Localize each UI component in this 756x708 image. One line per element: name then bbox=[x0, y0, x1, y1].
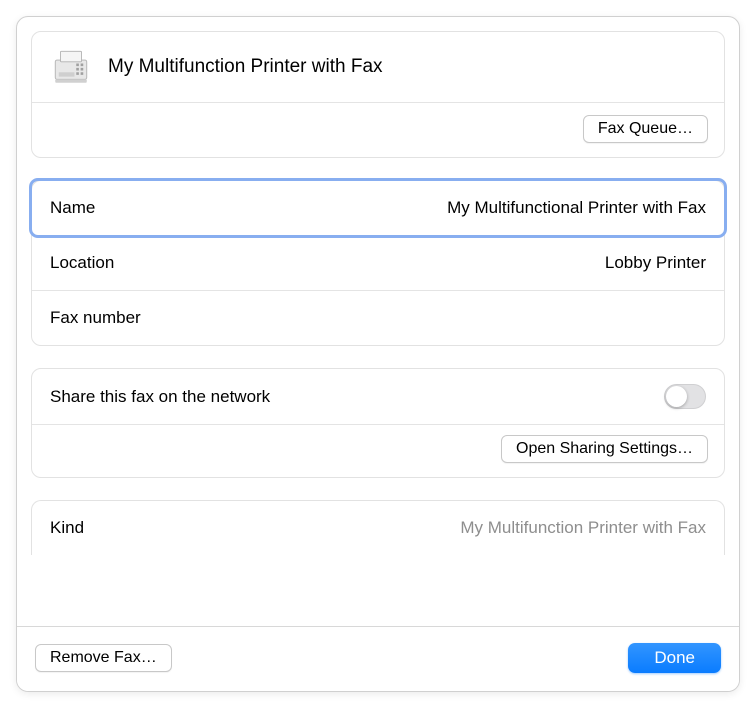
header-section: My Multifunction Printer with Fax Fax Qu… bbox=[31, 31, 725, 158]
open-sharing-settings-button[interactable]: Open Sharing Settings… bbox=[501, 435, 708, 463]
open-sharing-row: Open Sharing Settings… bbox=[32, 425, 724, 477]
name-value: My Multifunctional Printer with Fax bbox=[447, 198, 706, 218]
fax-queue-button[interactable]: Fax Queue… bbox=[583, 115, 708, 143]
header-row: My Multifunction Printer with Fax bbox=[32, 32, 724, 102]
done-button[interactable]: Done bbox=[628, 643, 721, 673]
dialog-content: My Multifunction Printer with Fax Fax Qu… bbox=[17, 17, 739, 626]
kind-section: Kind My Multifunction Printer with Fax bbox=[31, 500, 725, 555]
location-row[interactable]: Location Lobby Printer bbox=[32, 236, 724, 290]
dialog-footer: Remove Fax… Done bbox=[17, 626, 739, 691]
share-label: Share this fax on the network bbox=[50, 387, 270, 407]
fax-number-row[interactable]: Fax number bbox=[32, 291, 724, 345]
kind-value: My Multifunction Printer with Fax bbox=[460, 518, 706, 538]
share-toggle[interactable] bbox=[664, 384, 706, 409]
sharing-section: Share this fax on the network Open Shari… bbox=[31, 368, 725, 478]
location-value: Lobby Printer bbox=[605, 253, 706, 273]
remove-fax-button[interactable]: Remove Fax… bbox=[35, 644, 172, 672]
header-title: My Multifunction Printer with Fax bbox=[108, 56, 383, 78]
fax-queue-row: Fax Queue… bbox=[32, 103, 724, 157]
kind-label: Kind bbox=[50, 518, 84, 538]
share-row: Share this fax on the network bbox=[32, 369, 724, 424]
toggle-knob bbox=[666, 386, 687, 407]
kind-row: Kind My Multifunction Printer with Fax bbox=[32, 501, 724, 555]
fax-number-label: Fax number bbox=[50, 308, 141, 328]
info-section: Name My Multifunctional Printer with Fax… bbox=[31, 180, 725, 346]
fax-machine-icon bbox=[50, 46, 92, 88]
fax-settings-dialog: My Multifunction Printer with Fax Fax Qu… bbox=[16, 16, 740, 692]
name-label: Name bbox=[50, 198, 95, 218]
name-row[interactable]: Name My Multifunctional Printer with Fax bbox=[32, 181, 724, 235]
location-label: Location bbox=[50, 253, 114, 273]
